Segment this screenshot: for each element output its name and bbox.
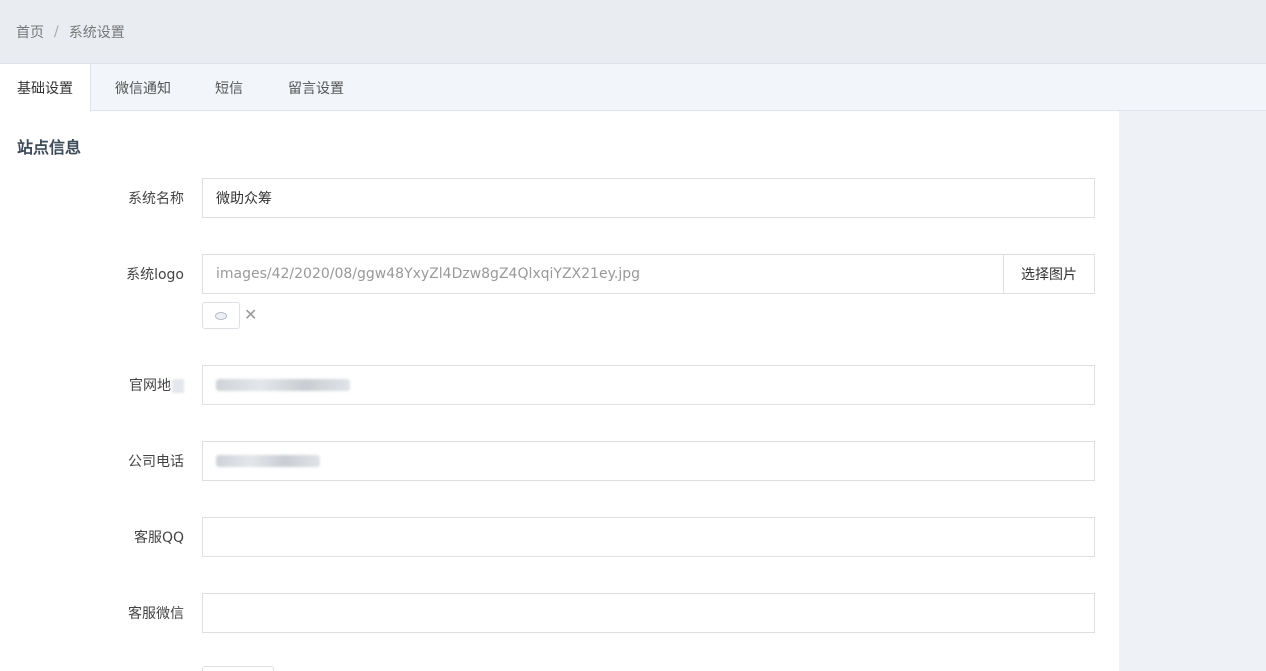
section-title: 站点信息: [17, 138, 82, 157]
service-qq-label: 客服QQ: [133, 530, 184, 546]
settings-tabs: 基础设置 微信通知 短信 留言设置: [0, 64, 1266, 112]
service-wechat-input[interactable]: [202, 593, 1095, 633]
next-field-partial: [202, 666, 274, 671]
service-wechat-label: 客服微信: [128, 606, 184, 622]
logo-thumbnail[interactable]: [202, 302, 240, 329]
close-icon[interactable]: ✕: [244, 306, 257, 324]
tab-message-settings[interactable]: 留言设置: [272, 64, 360, 111]
tab-wechat-notify[interactable]: 微信通知: [96, 64, 190, 111]
website-label-text: 官网地: [129, 378, 171, 394]
logo-image-icon: [215, 311, 227, 320]
choose-image-button[interactable]: 选择图片: [1003, 254, 1095, 294]
system-logo-value: images/42/2020/08/ggw48YxyZl4Dzw8gZ4Qlxq…: [216, 266, 640, 282]
company-phone-input[interactable]: [202, 441, 1095, 481]
breadcrumb-separator: /: [54, 23, 59, 40]
website-label: 官网地: [64, 375, 184, 395]
system-logo-label: 系统logo: [126, 267, 184, 283]
tab-basic-settings[interactable]: 基础设置: [0, 64, 91, 112]
service-qq-input[interactable]: [202, 517, 1095, 557]
system-name-input[interactable]: 微助众筹: [202, 178, 1095, 218]
breadcrumb-current: 系统设置: [68, 24, 125, 41]
system-logo-input[interactable]: images/42/2020/08/ggw48YxyZl4Dzw8gZ4Qlxq…: [202, 254, 1004, 294]
blurred-value: [216, 455, 320, 467]
right-sidebar-space: [1119, 111, 1266, 671]
blurred-value: [216, 379, 350, 391]
website-input[interactable]: [202, 365, 1095, 405]
tab-sms[interactable]: 短信: [200, 64, 258, 111]
settings-page: 首页 / 系统设置 基础设置 微信通知 短信 留言设置 站点信息 系统名称 微助…: [0, 0, 1266, 671]
company-phone-label: 公司电话: [128, 454, 184, 470]
system-name-label: 系统名称: [128, 191, 184, 207]
breadcrumb: 首页 / 系统设置: [0, 0, 1266, 64]
system-name-value: 微助众筹: [216, 191, 272, 207]
breadcrumb-home[interactable]: 首页: [16, 22, 44, 42]
blurred-text: [172, 379, 184, 393]
